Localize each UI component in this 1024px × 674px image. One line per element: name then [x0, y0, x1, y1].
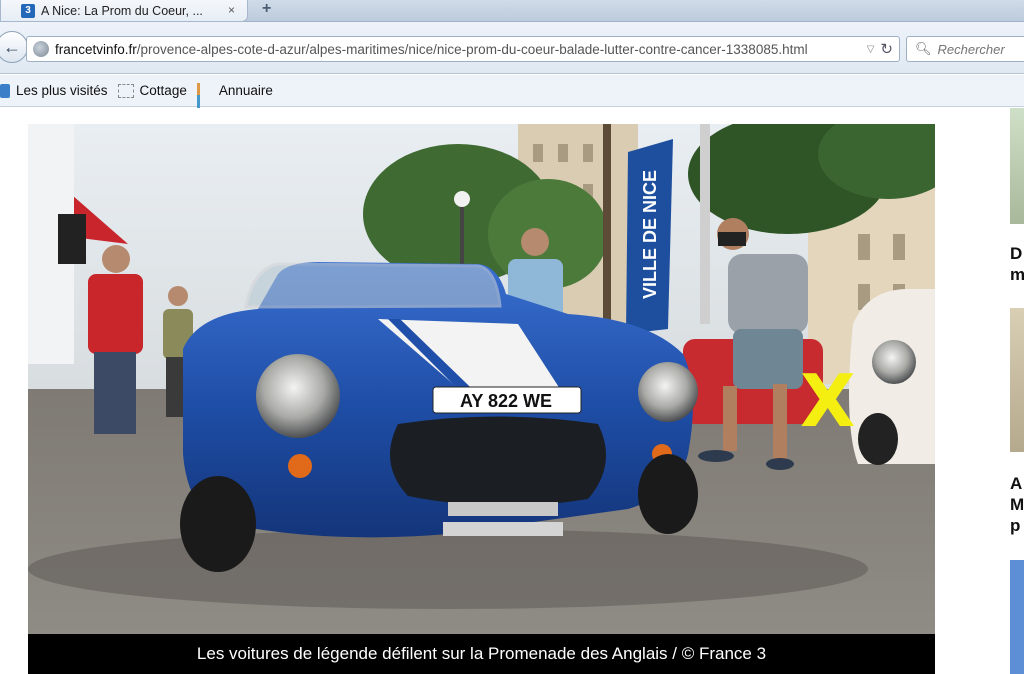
url-path: /provence-alpes-cote-d-azur/alpes-mariti… — [136, 41, 808, 57]
search-bar[interactable]: 🔍︎ — [906, 36, 1024, 62]
bookmark-cottage[interactable]: Cottage — [117, 83, 187, 98]
navigation-bar: ← francetvinfo.fr/provence-alpes-cote-d-… — [0, 22, 1024, 74]
url-text[interactable]: francetvinfo.fr/provence-alpes-cote-d-az… — [55, 42, 861, 57]
page-content: VILLE DE NICE X AY 822 WE Les voitures d… — [0, 108, 1024, 674]
url-domain: francetvinfo.fr — [55, 41, 137, 57]
search-icon: 🔍︎ — [915, 41, 932, 56]
banner-text: VILLE DE NICE — [640, 170, 660, 299]
related-article-title[interactable]: A M p — [1010, 473, 1024, 536]
related-article-title[interactable]: D m — [1010, 243, 1024, 285]
page-icon — [117, 83, 134, 98]
bookmark-label: Cottage — [139, 83, 187, 98]
related-article-thumbnail[interactable] — [1010, 308, 1024, 452]
bookmark-annuaire[interactable]: Annuaire — [196, 82, 273, 135]
tab-close-icon[interactable]: × — [228, 3, 235, 17]
x-marker: X — [800, 359, 856, 443]
browser-tab[interactable]: 3 A Nice: La Prom du Coeur, ... × — [0, 0, 248, 22]
photo-caption: Les voitures de légende défilent sur la … — [196, 644, 767, 663]
tab-strip: 3 A Nice: La Prom du Coeur, ... × + — [0, 0, 1024, 22]
bar-chart-icon — [196, 82, 213, 135]
history-dropdown-icon[interactable]: ▽ — [867, 44, 875, 55]
license-plate: AY 822 WE — [460, 391, 552, 411]
related-articles-sidebar: D m A M p — [1010, 108, 1024, 674]
related-article-thumbnail[interactable] — [1010, 560, 1024, 674]
photo-caption-bar: Les voitures de légende défilent sur la … — [28, 634, 935, 674]
arrow-left-icon: ← — [3, 36, 21, 57]
new-tab-button[interactable]: + — [262, 0, 271, 18]
bookmarks-toolbar: Les plus visités Cottage Annuaire — [0, 75, 1024, 135]
site-favicon-icon: 3 — [21, 3, 35, 18]
address-bar[interactable]: francetvinfo.fr/provence-alpes-cote-d-az… — [26, 36, 900, 62]
tab-title: A Nice: La Prom du Coeur, ... — [41, 3, 203, 18]
street-scene-illustration: VILLE DE NICE X AY 822 WE — [28, 124, 935, 634]
article-photo[interactable]: VILLE DE NICE X AY 822 WE — [28, 124, 935, 634]
bookmark-folder-icon — [0, 83, 10, 98]
bookmark-most-visited[interactable]: Les plus visités — [0, 83, 108, 98]
search-input[interactable] — [937, 41, 1024, 57]
related-article-thumbnail[interactable] — [1010, 108, 1024, 224]
bookmark-label: Les plus visités — [16, 83, 108, 98]
reload-icon[interactable]: ↻ — [880, 40, 893, 58]
bookmark-label: Annuaire — [218, 83, 273, 98]
back-button[interactable]: ← — [0, 31, 28, 63]
globe-icon — [33, 41, 49, 57]
